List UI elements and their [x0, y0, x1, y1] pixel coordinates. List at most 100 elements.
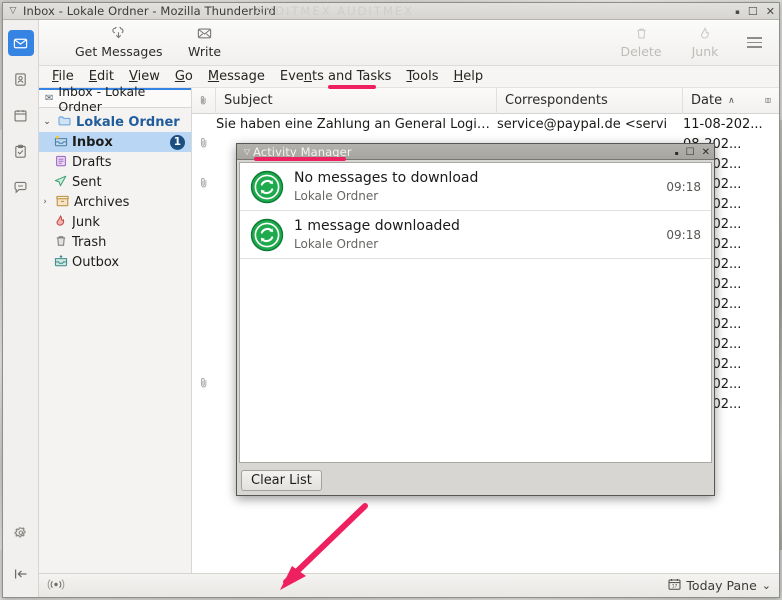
svg-text:17: 17	[672, 584, 678, 590]
chat-icon	[14, 181, 27, 193]
folder-item-lokale-ordner[interactable]: ⌄ Lokale Ordner	[39, 112, 191, 132]
activity-manager-title: Activity Manager	[253, 144, 352, 159]
column-picker-button[interactable]	[757, 88, 779, 114]
get-messages-button[interactable]: Get Messages	[65, 25, 173, 61]
chevron-right-icon[interactable]: ›	[39, 197, 51, 207]
window-title: Inbox - Lokale Ordner - Mozilla Thunderb…	[23, 4, 276, 18]
paperclip-icon	[200, 96, 206, 105]
message-row[interactable]: Sie haben eine Zahlung an General Logist…	[192, 114, 779, 134]
window-menu-icon[interactable]: ▽	[241, 147, 253, 156]
message-attachment-icon	[192, 377, 216, 392]
calendar-icon: 17	[668, 578, 681, 593]
folder-item-inbox[interactable]: Inbox 1	[39, 132, 191, 152]
folder-label: Drafts	[72, 154, 112, 170]
mail-toolbar: Get Messages Write Delete Junk	[39, 20, 779, 66]
menu-events-and-tasks[interactable]: Events and Tasks	[273, 67, 399, 86]
junk-flame-icon	[53, 214, 68, 230]
archives-icon	[55, 195, 70, 210]
message-attachment-icon	[192, 137, 216, 152]
close-icon[interactable]: ✕	[702, 147, 710, 158]
folder-label: Lokale Ordner	[76, 114, 180, 130]
activity-item-source: Lokale Ordner	[294, 236, 379, 251]
folder-item-junk[interactable]: Junk	[39, 212, 191, 232]
trash-icon	[635, 27, 648, 43]
column-correspondents[interactable]: Correspondents	[497, 87, 683, 114]
mail-tab-icon: ✉	[45, 93, 54, 104]
folder-label: Sent	[72, 174, 102, 190]
activity-list: No messages to download Lokale Ordner 09…	[239, 162, 712, 463]
rail-item-chat[interactable]	[8, 174, 34, 200]
minimize-icon[interactable]: ▪	[675, 150, 679, 157]
flame-icon	[699, 26, 711, 43]
activity-item-texts: No messages to download Lokale Ordner	[294, 170, 656, 204]
folder-label: Archives	[74, 194, 130, 210]
window-titlebar: ▽ Inbox - Lokale Ordner - Mozilla Thunde…	[3, 3, 779, 20]
mail-icon	[13, 38, 28, 48]
clear-list-button[interactable]: Clear List	[241, 469, 322, 491]
folder-icon	[57, 115, 72, 129]
rail-item-mail[interactable]	[7, 30, 34, 56]
address-book-icon	[15, 72, 26, 86]
activity-item-source: Lokale Ordner	[294, 188, 379, 203]
junk-button[interactable]: Junk	[673, 25, 737, 61]
column-picker-icon	[765, 98, 771, 103]
sent-icon	[53, 175, 68, 190]
activity-item[interactable]: No messages to download Lokale Ordner 09…	[240, 163, 711, 211]
maximize-icon[interactable]: ☐	[748, 6, 758, 17]
junk-label: Junk	[691, 43, 719, 59]
rail-item-tasks[interactable]	[8, 138, 34, 164]
folder-item-trash[interactable]: Trash	[39, 232, 191, 252]
column-date-label: Date	[691, 93, 723, 108]
collapse-left-icon	[14, 569, 27, 579]
close-icon[interactable]: ✕	[766, 6, 775, 17]
window-controls: ▪ ☐ ✕	[735, 3, 775, 20]
activity-manager-dialog[interactable]: ▽ Activity Manager ▪ ☐ ✕ No messages to …	[236, 143, 715, 496]
message-correspondents: service@paypal.de <servi	[497, 116, 668, 132]
column-date[interactable]: Date ∧	[683, 88, 757, 114]
folder-label: Junk	[72, 214, 100, 230]
column-subject[interactable]: Subject	[216, 87, 497, 114]
delete-button[interactable]: Delete	[609, 25, 673, 61]
rail-collapse-button[interactable]	[8, 561, 34, 587]
activity-item-time: 09:18	[666, 227, 701, 242]
minimize-icon[interactable]: ▪	[735, 9, 740, 16]
folder-item-archives[interactable]: › Archives	[39, 192, 191, 212]
tasks-icon	[15, 144, 26, 158]
sync-icon	[250, 170, 284, 204]
activity-item-headline: 1 message downloaded	[294, 217, 460, 234]
activity-manager-footer: Clear List	[237, 465, 714, 495]
today-pane-button[interactable]: 17 Today Pane ⌄	[668, 578, 771, 593]
menu-tools[interactable]: Tools	[399, 67, 445, 86]
folder-pane-tab[interactable]: ✉ Inbox - Lokale Ordner	[39, 84, 191, 114]
folder-item-drafts[interactable]: Drafts	[39, 152, 191, 172]
hamburger-line	[746, 46, 762, 48]
folder-pane: ✉ Inbox - Lokale Ordner ⌄ Lokale Ordner	[39, 84, 192, 573]
menu-message[interactable]: Message	[201, 67, 272, 86]
message-list-header: Subject Correspondents Date ∧	[192, 87, 779, 114]
delete-label: Delete	[620, 43, 662, 59]
inbox-icon	[53, 135, 68, 150]
column-attachment[interactable]	[192, 87, 216, 114]
message-attachment-icon	[192, 177, 216, 192]
write-button[interactable]: Write	[173, 25, 237, 61]
hamburger-line	[746, 37, 762, 39]
activity-item[interactable]: 1 message downloaded Lokale Ordner 09:18	[240, 211, 711, 259]
rail-item-address-book[interactable]	[8, 66, 34, 92]
window-menu-icon[interactable]: ▽	[3, 6, 23, 16]
unread-badge: 1	[169, 134, 185, 150]
hamburger-line	[746, 41, 762, 44]
sort-ascending-icon: ∧	[728, 95, 735, 106]
write-icon	[197, 27, 212, 43]
folder-item-outbox[interactable]: Outbox	[39, 252, 191, 272]
rail-item-settings[interactable]	[8, 521, 34, 547]
menu-help[interactable]: Help	[446, 67, 490, 86]
chevron-down-icon[interactable]: ⌄	[41, 117, 53, 127]
statusbar: 17 Today Pane ⌄	[39, 573, 779, 597]
activity-item-texts: 1 message downloaded Lokale Ordner	[294, 218, 656, 252]
app-menu-button[interactable]	[737, 37, 771, 48]
maximize-icon[interactable]: ☐	[686, 147, 695, 158]
folder-item-sent[interactable]: Sent	[39, 172, 191, 192]
folder-label: Outbox	[72, 254, 120, 270]
rail-item-calendar[interactable]	[8, 102, 34, 128]
folder-label: Trash	[72, 234, 107, 250]
